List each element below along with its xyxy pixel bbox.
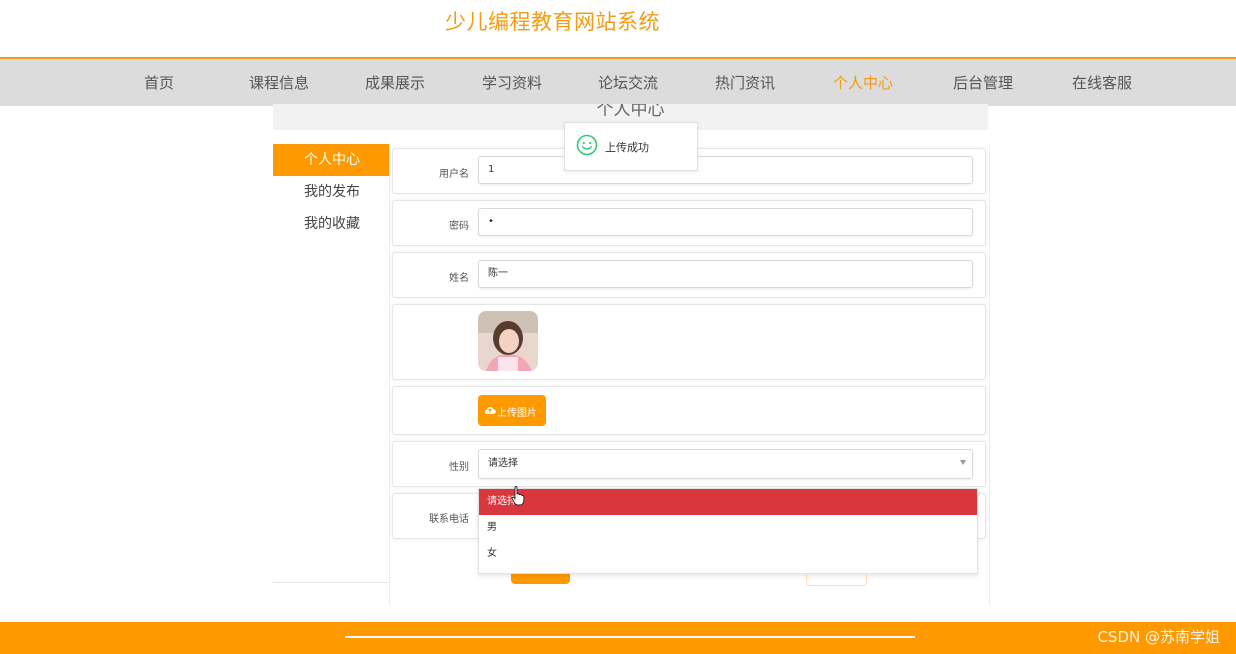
upload-success-toast: 上传成功 [564, 122, 698, 171]
chevron-down-icon [960, 460, 966, 465]
form-row-upload: 上传图片 [392, 386, 986, 435]
smile-icon [576, 134, 598, 156]
gender-label: 性别 [449, 462, 469, 473]
sidebar-item-personal-center[interactable]: 个人中心 [273, 144, 389, 176]
avatar [478, 311, 538, 371]
gender-dropdown: 请选择 男 女 [478, 488, 978, 574]
gender-select[interactable]: 请选择 [478, 449, 973, 479]
name-label: 姓名 [449, 273, 469, 284]
footer: CSDN @苏南学姐 [0, 622, 1236, 654]
page-title: 个人中心 [596, 104, 665, 120]
form-row-gender: 性别 请选择 [392, 441, 986, 487]
nav-item-home[interactable]: 首页 [144, 72, 174, 93]
phone-label: 联系电话 [429, 514, 469, 525]
name-input[interactable]: 陈一 [478, 260, 973, 288]
footer-divider [345, 636, 915, 638]
dropdown-option-placeholder[interactable]: 请选择 [479, 489, 977, 515]
gender-select-value: 请选择 [488, 458, 518, 469]
form-row-name: 姓名 陈一 [392, 252, 986, 298]
upload-image-button[interactable]: 上传图片 [478, 395, 546, 426]
nav-item-personal-center[interactable]: 个人中心 [833, 72, 893, 93]
sidebar-item-my-posts[interactable]: 我的发布 [273, 176, 389, 208]
site-title: 少儿编程教育网站系统 [445, 10, 660, 34]
nav-item-forum[interactable]: 论坛交流 [598, 72, 658, 93]
form-row-password: 密码 • [392, 200, 986, 246]
sidebar-item-my-favorites[interactable]: 我的收藏 [273, 208, 389, 240]
nav-item-admin[interactable]: 后台管理 [953, 72, 1013, 93]
form-row-avatar [392, 304, 986, 380]
nav-item-materials[interactable]: 学习资料 [482, 72, 542, 93]
watermark: CSDN @苏南学姐 [1097, 628, 1220, 646]
password-input[interactable]: • [478, 208, 973, 236]
username-label: 用户名 [439, 169, 469, 180]
nav-item-courses[interactable]: 课程信息 [249, 72, 309, 93]
cloud-upload-icon [484, 407, 496, 415]
dropdown-option-female[interactable]: 女 [479, 541, 977, 567]
toast-message: 上传成功 [605, 141, 649, 154]
password-label: 密码 [449, 221, 469, 232]
dropdown-option-male[interactable]: 男 [479, 515, 977, 541]
upload-image-label: 上传图片 [497, 408, 537, 419]
sidebar: 个人中心 我的发布 我的收藏 [273, 144, 389, 583]
nav-item-support[interactable]: 在线客服 [1072, 72, 1132, 93]
nav-item-achievements[interactable]: 成果展示 [365, 72, 425, 93]
hand-cursor-icon [511, 486, 525, 506]
main-nav: 首页 课程信息 成果展示 学习资料 论坛交流 热门资讯 个人中心 后台管理 在线… [0, 57, 1236, 106]
username-input[interactable]: 1 [478, 156, 973, 184]
nav-item-news[interactable]: 热门资讯 [715, 72, 775, 93]
